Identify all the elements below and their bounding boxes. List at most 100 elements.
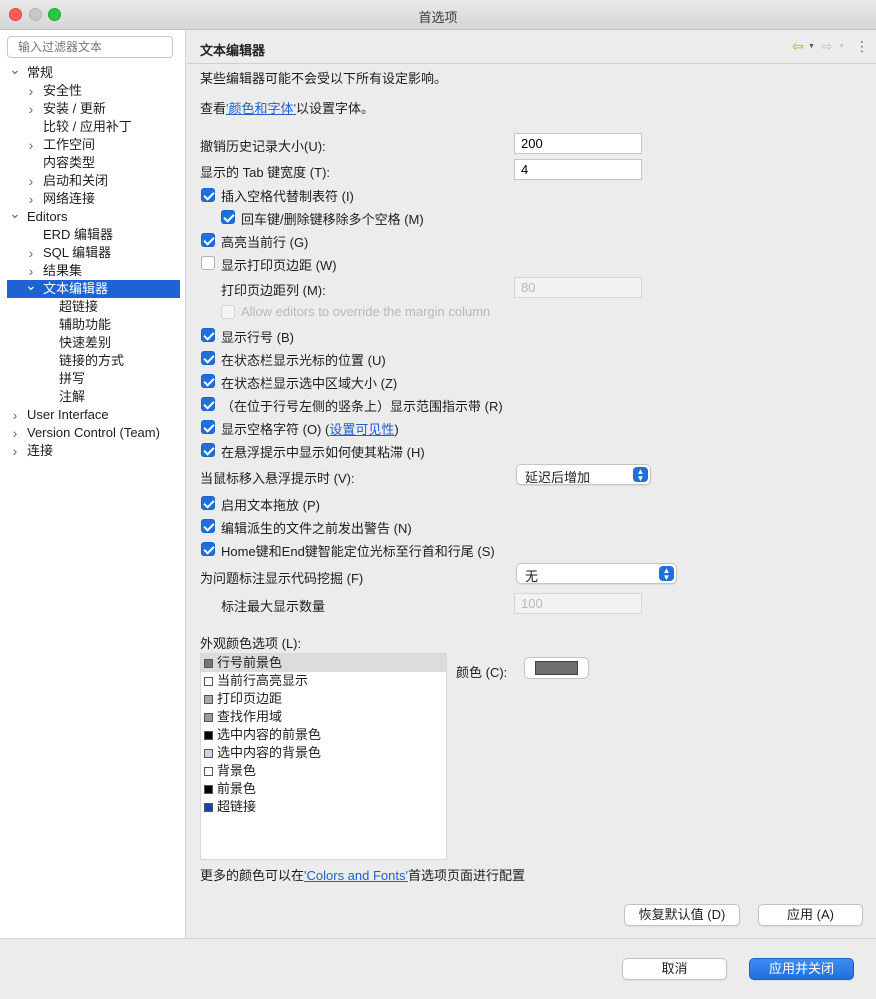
colors-fonts-link[interactable]: '颜色和字体' — [226, 101, 296, 116]
tree-item[interactable]: 链接的方式 — [0, 352, 186, 370]
insert-spaces-label: 插入空格代替制表符 (I) — [221, 189, 354, 204]
tree-item-label: 比较 / 应用补丁 — [43, 119, 132, 134]
tree-item-label: 启动和关闭 — [43, 173, 109, 188]
visibility-settings-link[interactable]: 设置可见性 — [329, 422, 394, 437]
chevron-down-icon[interactable]: ⌄ — [9, 60, 21, 78]
max-annotations-label: 标注最大显示数量 — [221, 599, 326, 614]
line-numbers-checkbox[interactable] — [201, 328, 215, 342]
tree-item[interactable]: 辅助功能 — [0, 316, 186, 334]
color-option[interactable]: 行号前景色 — [201, 654, 446, 672]
chevron-down-icon[interactable]: ⌄ — [25, 276, 37, 294]
chevron-right-icon[interactable]: › — [25, 82, 37, 100]
status-selection-checkbox[interactable] — [201, 374, 215, 388]
warn-derived-checkbox[interactable] — [201, 519, 215, 533]
undo-history-input[interactable] — [514, 133, 642, 154]
font-hint-prefix: 查看 — [200, 101, 227, 116]
apply-and-close-button[interactable]: 应用并关闭 — [749, 958, 854, 980]
chevron-right-icon[interactable]: › — [9, 442, 21, 460]
highlight-line-checkbox[interactable] — [201, 233, 215, 247]
color-option[interactable]: 选中内容的前景色 — [201, 726, 446, 744]
drag-drop-checkbox[interactable] — [201, 496, 215, 510]
tab-width-input[interactable] — [514, 159, 642, 180]
chevron-right-icon[interactable]: › — [25, 190, 37, 208]
chevron-right-icon[interactable]: › — [25, 136, 37, 154]
tree-item[interactable]: ⌄ Editors — [0, 205, 186, 226]
chevron-right-icon[interactable]: › — [9, 406, 21, 424]
tree-item[interactable]: ⌄ 文本编辑器 — [7, 277, 180, 298]
tree-item[interactable]: › 连接 — [0, 442, 186, 460]
status-cursor-checkbox[interactable] — [201, 351, 215, 365]
show-margin-label: 显示打印页边距 (W) — [221, 258, 337, 273]
whitespace-paren-close: ) — [394, 422, 399, 437]
tree-item[interactable]: › Version Control (Team) — [0, 424, 186, 442]
tree-item[interactable]: ⌄ 常规 — [0, 61, 186, 82]
tree-item-label: 内容类型 — [43, 155, 96, 170]
apply-button[interactable]: 应用 (A) — [758, 904, 863, 926]
color-option[interactable]: 前景色 — [201, 780, 446, 798]
color-swatch-icon — [204, 695, 213, 704]
back-arrow-icon[interactable]: ⇦ — [792, 38, 804, 55]
backspace-spaces-checkbox[interactable] — [221, 210, 235, 224]
tree-item[interactable]: 内容类型 — [0, 154, 186, 172]
margin-column-input[interactable] — [514, 277, 642, 298]
tree-item-label: Version Control (Team) — [27, 425, 160, 440]
tree-item[interactable]: 比较 / 应用补丁 — [0, 118, 186, 136]
margin-column-label: 打印页边距列 (M): — [221, 283, 326, 298]
range-indicator-checkbox[interactable] — [201, 397, 215, 411]
hover-sticky-label: 在悬浮提示中显示如何使其粘滞 (H) — [221, 445, 425, 460]
line-numbers-label: 显示行号 (B) — [221, 330, 294, 345]
hover-behavior-select[interactable]: 延迟后增加 ▲ ▼ — [516, 464, 651, 485]
tree-item[interactable]: › SQL 编辑器 — [0, 244, 186, 262]
tree-item-label: 拼写 — [59, 371, 86, 386]
hover-sticky-checkbox[interactable] — [201, 443, 215, 457]
updown-chevron-icon: ▲ ▼ — [659, 566, 674, 582]
back-dropdown-icon[interactable]: ▼ — [808, 43, 815, 50]
tree-item-label: 辅助功能 — [59, 317, 112, 332]
tree-item[interactable]: › 工作空间 — [0, 136, 186, 154]
restore-defaults-button[interactable]: 恢复默认值 (D) — [624, 904, 740, 926]
tree-item[interactable]: › 安全性 — [0, 82, 186, 100]
appearance-color-list[interactable]: 行号前景色 当前行高亮显示 打印页边距 查找作用域 选中内容的前景色 选中内容的背景色 背景… — [200, 653, 447, 860]
tree-item[interactable]: 超链接 — [0, 298, 186, 316]
whitespace-checkbox[interactable] — [201, 420, 215, 434]
tree-item-label: User Interface — [27, 407, 109, 422]
chevron-down-icon[interactable]: ⌄ — [9, 204, 21, 222]
forward-dropdown-icon[interactable]: ▼ — [838, 43, 845, 50]
color-picker-button[interactable] — [524, 657, 589, 679]
tree-item[interactable]: › 启动和关闭 — [0, 172, 186, 190]
chevron-right-icon[interactable]: › — [25, 172, 37, 190]
color-swatch-icon — [204, 713, 213, 722]
more-menu-icon[interactable]: ⋮ — [855, 38, 869, 55]
tree-item[interactable]: 拼写 — [0, 370, 186, 388]
tree-item[interactable]: 注解 — [0, 388, 186, 406]
max-annotations-input[interactable] — [514, 593, 642, 614]
show-margin-checkbox[interactable] — [201, 256, 215, 270]
allow-override-checkbox[interactable] — [221, 305, 235, 319]
highlight-line-label: 高亮当前行 (G) — [221, 235, 309, 250]
tree-item[interactable]: 快速差别 — [0, 334, 186, 352]
color-swatch-icon — [204, 659, 213, 668]
color-option[interactable]: 打印页边距 — [201, 690, 446, 708]
tree-item[interactable]: › 网络连接 — [0, 190, 186, 208]
color-option[interactable]: 当前行高亮显示 — [201, 672, 446, 690]
tree-item[interactable]: › User Interface — [0, 406, 186, 424]
chevron-right-icon[interactable]: › — [25, 244, 37, 262]
smart-home-end-checkbox[interactable] — [201, 542, 215, 556]
insert-spaces-checkbox[interactable] — [201, 188, 215, 202]
color-option[interactable]: 超链接 — [201, 798, 446, 816]
color-option[interactable]: 选中内容的背景色 — [201, 744, 446, 762]
code-mining-select[interactable]: 无 ▲ ▼ — [516, 563, 677, 584]
chevron-right-icon[interactable]: › — [9, 424, 21, 442]
tree-item-label: 安装 / 更新 — [43, 101, 106, 116]
tree-item[interactable]: ERD 编辑器 — [0, 226, 186, 244]
tree-item[interactable]: › 安装 / 更新 — [0, 100, 186, 118]
more-colors-prefix: 更多的颜色可以在 — [200, 868, 305, 883]
filter-input[interactable] — [7, 36, 173, 58]
chevron-right-icon[interactable]: › — [25, 100, 37, 118]
cancel-button[interactable]: 取消 — [622, 958, 727, 980]
hover-behavior-value: 延迟后增加 — [525, 470, 591, 485]
forward-arrow-icon[interactable]: ⇨ — [821, 38, 833, 55]
color-option[interactable]: 查找作用域 — [201, 708, 446, 726]
colors-and-fonts-link[interactable]: 'Colors and Fonts' — [304, 868, 408, 883]
color-option[interactable]: 背景色 — [201, 762, 446, 780]
